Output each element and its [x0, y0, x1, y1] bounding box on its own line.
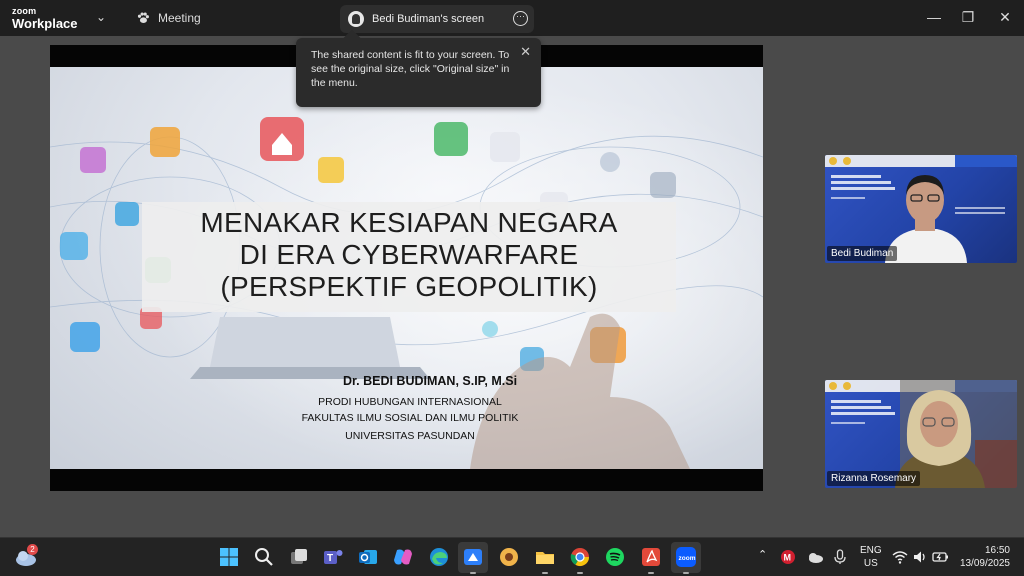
- windows-start-icon[interactable]: [218, 546, 240, 568]
- brand-bottom: Workplace: [12, 16, 78, 31]
- notification-badge: 2: [27, 544, 38, 555]
- paw-icon: [137, 12, 149, 23]
- close-icon[interactable]: ✕: [520, 45, 531, 59]
- svg-text:zoom: zoom: [679, 555, 696, 562]
- shared-screen[interactable]: MENAKAR KESIAPAN NEGARA DI ERA CYBERWARF…: [50, 45, 763, 491]
- chevron-up-icon[interactable]: ⌃: [758, 548, 767, 561]
- screen-share-pill[interactable]: Bedi Budiman's screen ···: [340, 5, 534, 33]
- chrome-icon[interactable]: [569, 546, 591, 568]
- edge-icon[interactable]: [428, 546, 450, 568]
- meeting-menu[interactable]: Meeting: [136, 11, 201, 25]
- author-name: Dr. BEDI BUDIMAN, S.IP, M.Si: [342, 374, 518, 388]
- svg-text:T: T: [327, 553, 333, 564]
- svg-text:M: M: [784, 553, 792, 563]
- close-button[interactable]: ✕: [995, 9, 1015, 26]
- task-view-icon[interactable]: [288, 546, 310, 568]
- outlook-icon[interactable]: [357, 546, 379, 568]
- system-clock[interactable]: 16:50 13/09/2025: [960, 544, 1010, 570]
- avatar: [348, 11, 364, 27]
- battery-icon[interactable]: [932, 549, 950, 565]
- wifi-icon[interactable]: [892, 549, 908, 565]
- more-options-icon[interactable]: ···: [513, 11, 528, 26]
- windows-taskbar: 2 T zoom ⌃ M ENG US 16:50 13/09/2025: [0, 537, 1024, 576]
- video-tile[interactable]: Bedi Budiman: [825, 155, 1017, 263]
- participant-name: Rizanna Rosemary: [827, 471, 921, 486]
- restore-button[interactable]: ❐: [958, 9, 978, 26]
- onedrive-cloud-icon[interactable]: [806, 549, 824, 565]
- affiliation-line-2: FAKULTAS ILMU SOSIAL DAN ILMU POLITIK: [301, 412, 519, 424]
- participant-name: Bedi Budiman: [827, 246, 898, 261]
- affiliation-line-3: UNIVERSITAS PASUNDAN: [345, 430, 475, 442]
- clock-date: 13/09/2025: [959, 558, 1010, 569]
- screen-share-label: Bedi Budiman's screen: [372, 13, 485, 25]
- acrobat-icon[interactable]: [640, 546, 662, 568]
- zoom-workplace-logo[interactable]: zoom Workplace: [12, 6, 78, 31]
- chevron-down-icon[interactable]: ⌄: [96, 10, 106, 24]
- clock-time: 16:50: [984, 545, 1010, 556]
- fit-to-screen-tooltip: The shared content is fit to your screen…: [296, 29, 541, 107]
- video-tile[interactable]: Rizanna Rosemary: [825, 380, 1017, 488]
- spotify-icon[interactable]: [604, 546, 626, 568]
- slide-title-line-3: (PERSPEKTIF GEOPOLITIK): [220, 271, 598, 302]
- search-icon[interactable]: [253, 546, 275, 568]
- files-app-icon[interactable]: [498, 546, 520, 568]
- copilot-icon[interactable]: [392, 546, 414, 568]
- zoom-app-icon[interactable]: zoom: [675, 546, 697, 568]
- title-bar: zoom Workplace ⌄ Meeting Bedi Budiman's …: [0, 0, 1024, 36]
- slide-title-line-1: MENAKAR KESIAPAN NEGARA: [200, 207, 618, 238]
- zoom-workplace-alt-icon[interactable]: [462, 546, 484, 568]
- volume-icon[interactable]: [912, 549, 928, 565]
- slide-title-box: MENAKAR KESIAPAN NEGARA DI ERA CYBERWARF…: [142, 202, 676, 312]
- presentation-slide: MENAKAR KESIAPAN NEGARA DI ERA CYBERWARF…: [50, 67, 763, 469]
- tooltip-text: The shared content is fit to your screen…: [311, 49, 510, 89]
- microphone-icon[interactable]: [832, 549, 848, 565]
- brand-top: zoom: [12, 6, 37, 16]
- language-indicator[interactable]: ENG US: [860, 544, 882, 570]
- language-code: ENG: [860, 545, 882, 556]
- meeting-label: Meeting: [158, 11, 201, 25]
- minimize-button[interactable]: —: [924, 9, 944, 25]
- teams-icon[interactable]: T: [322, 546, 344, 568]
- language-region: US: [863, 558, 878, 569]
- file-explorer-icon[interactable]: [534, 546, 556, 568]
- antivirus-tray-icon[interactable]: M: [780, 549, 796, 565]
- affiliation-line-1: PRODI HUBUNGAN INTERNASIONAL: [318, 396, 502, 408]
- slide-title-line-2: DI ERA CYBERWARFARE: [239, 239, 579, 270]
